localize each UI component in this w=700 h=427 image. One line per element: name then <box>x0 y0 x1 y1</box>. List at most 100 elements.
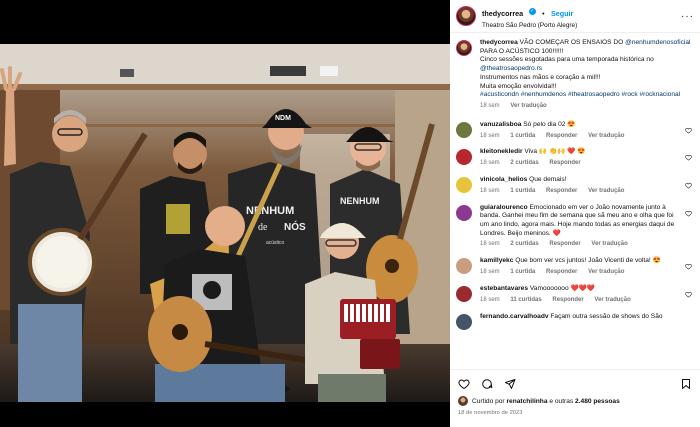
instagram-post-modal: NDM NENHUM de NÓS acústico NENHUM thedyc… <box>0 0 700 427</box>
comment-reply-button[interactable]: Responder <box>546 133 577 139</box>
commenter-avatar[interactable] <box>456 285 472 302</box>
comment-text: Que demais! <box>529 176 567 184</box>
post-header: thedycorrea ✓ • Seguir Theatro São Pedro… <box>450 0 700 33</box>
post-location[interactable]: Theatro São Pedro (Porto Alegre) <box>482 22 577 29</box>
hat-logo-text: NDM <box>275 115 291 122</box>
verified-badge-icon: ✓ <box>528 8 536 16</box>
comment-likes[interactable]: 1 curtida <box>510 133 535 139</box>
caption-line2a: Cinco sessões esgotadas para uma tempora… <box>480 56 654 64</box>
bookmark-icon[interactable] <box>680 378 692 390</box>
caption-translate-link[interactable]: Ver tradução <box>510 103 546 109</box>
post-date: 18 de novembro de 2023 <box>458 410 523 416</box>
comment-username[interactable]: vinicola_helios <box>480 176 527 183</box>
caption-author-avatar[interactable] <box>456 40 472 56</box>
comment-likes[interactable]: 2 curtidas <box>510 160 538 166</box>
comment-username[interactable]: kamillyekc <box>480 257 513 264</box>
shirt-text-nenhum: NENHUM <box>246 205 294 217</box>
like-heart-icon[interactable] <box>458 378 470 390</box>
comment-likes[interactable]: 2 curtidas <box>510 241 538 247</box>
commenter-avatar[interactable] <box>456 121 472 138</box>
post-actions-bar <box>458 377 692 391</box>
comment-item: kleitonekledir Viva 🙌 👏🙌 ❤️ 😍 18 sem 2 c… <box>456 148 692 168</box>
comment-text: Vamooooooo ❤️❤️❤️ <box>529 284 596 292</box>
comment-item: vinicola_helios Que demais! 18 sem 1 cur… <box>456 176 692 196</box>
comment-like-heart-icon[interactable] <box>685 154 692 161</box>
comment-item: kamillyekc Que bom ver vcs juntos! João … <box>456 257 692 277</box>
caption-time: 18 sem <box>480 102 500 109</box>
post-photo-panel: NDM NENHUM de NÓS acústico NENHUM <box>0 0 450 427</box>
comment-time: 18 sem <box>480 160 500 167</box>
caption-line1b: PARA O ACÚSTICO 100!!!!!! <box>480 47 564 55</box>
comment-like-heart-icon[interactable] <box>685 182 692 189</box>
comment-time: 18 sem <box>480 241 500 248</box>
comment-reply-button[interactable]: Responder <box>549 160 580 166</box>
comment-text: Viva 🙌 👏🙌 ❤️ 😍 <box>524 148 586 156</box>
comment-username[interactable]: kleitonekledir <box>480 148 523 155</box>
shirt-text-nenhum-2: NENHUM <box>340 196 380 206</box>
post-photo[interactable]: NDM NENHUM de NÓS acústico NENHUM <box>0 44 450 402</box>
comment-time: 18 sem <box>480 296 500 303</box>
comment-translate-link[interactable]: Ver tradução <box>591 241 627 247</box>
commenter-avatar[interactable] <box>456 149 472 166</box>
shirt-text-de: de <box>258 222 268 233</box>
caption-hashtags[interactable]: #acusticondn #nenhumdenos #theatrosaoped… <box>480 91 680 98</box>
post-side-panel: thedycorrea ✓ • Seguir Theatro São Pedro… <box>450 0 700 427</box>
comment-text: Só pelo dia 02 😍 <box>523 120 576 128</box>
comments-list[interactable]: thedycorrea VÃO COMEÇAR OS ENSAIOS DO @n… <box>450 33 700 363</box>
comment-translate-link[interactable]: Ver tradução <box>588 133 624 139</box>
liked-suffix: e outras <box>549 397 574 405</box>
caption-mention-theatro[interactable]: @theatrosaopedro.rs <box>480 65 542 72</box>
caption-line4: Muita emoção envolvida!!! <box>480 82 557 90</box>
comment-username[interactable]: vanuzalisboa <box>480 121 521 128</box>
post-caption: thedycorrea VÃO COMEÇAR OS ENSAIOS DO @n… <box>456 39 692 111</box>
share-send-icon[interactable] <box>504 378 516 390</box>
comment-likes[interactable]: 11 curtidas <box>510 297 541 303</box>
comment-time: 18 sem <box>480 187 500 194</box>
commenter-avatar[interactable] <box>456 177 472 194</box>
shirt-text-nos: NÓS <box>284 220 306 233</box>
caption-username[interactable]: thedycorrea <box>480 39 518 46</box>
comment-text: Que bom ver vcs juntos! João Vicenti de … <box>515 257 661 265</box>
comment-like-heart-icon[interactable] <box>685 291 692 298</box>
comment-username[interactable]: estebantavares <box>480 285 528 292</box>
comment-reply-button[interactable]: Responder <box>546 188 577 194</box>
header-separator: • <box>542 11 545 19</box>
commenter-avatar[interactable] <box>456 313 472 330</box>
comment-reply-button[interactable]: Responder <box>546 269 577 275</box>
caption-line3: Instrumentos nas mãos e coração a mil!!! <box>480 73 601 81</box>
comment-bubble-icon[interactable] <box>481 378 493 390</box>
liker-avatar[interactable] <box>458 396 468 406</box>
comment-item: vanuzalisboa Só pelo dia 02 😍 18 sem 1 c… <box>456 121 692 141</box>
liked-by-row[interactable]: Curtido por renatchilinha e outras 2.480… <box>458 396 692 406</box>
author-username[interactable]: thedycorrea <box>482 9 523 18</box>
comment-username[interactable]: fernando.carvalhoadv <box>480 313 549 320</box>
comment-like-heart-icon[interactable] <box>685 127 692 134</box>
comment-translate-link[interactable]: Ver tradução <box>588 269 624 275</box>
shirt-text-acustico: acústico <box>266 240 285 246</box>
commenter-avatar[interactable] <box>456 204 472 221</box>
caption-line1a: VÃO COMEÇAR OS ENSAIOS DO <box>519 39 626 46</box>
comment-reply-button[interactable]: Responder <box>552 297 583 303</box>
comment-time: 18 sem <box>480 269 500 276</box>
caption-mention-band[interactable]: @nenhumdenosoficial <box>625 39 690 46</box>
liked-prefix: Curtido por <box>472 397 505 405</box>
comment-item: estebantavares Vamooooooo ❤️❤️❤️ 18 sem … <box>456 285 692 305</box>
comment-like-heart-icon[interactable] <box>685 210 692 217</box>
more-options-icon[interactable]: ··· <box>681 11 694 22</box>
author-avatar[interactable] <box>456 6 476 26</box>
comment-likes[interactable]: 1 curtida <box>510 269 535 275</box>
comment-like-heart-icon[interactable] <box>685 263 692 270</box>
post-footer: Curtido por renatchilinha e outras 2.480… <box>450 369 700 427</box>
follow-button[interactable]: Seguir <box>551 9 573 18</box>
comment-translate-link[interactable]: Ver tradução <box>588 188 624 194</box>
comment-translate-link[interactable]: Ver tradução <box>594 297 630 303</box>
liked-count[interactable]: 2.480 pessoas <box>575 398 620 405</box>
comment-username[interactable]: guiaralourenco <box>480 204 528 211</box>
comment-likes[interactable]: 1 curtida <box>510 188 535 194</box>
comment-text: Façam outra sessão de shows do São <box>550 312 663 320</box>
comment-time: 18 sem <box>480 132 500 139</box>
comment-reply-button[interactable]: Responder <box>549 241 580 247</box>
liked-user[interactable]: renatchilinha <box>506 398 547 405</box>
comment-item: guiaralourenco Emocionado em ver o João … <box>456 204 692 250</box>
commenter-avatar[interactable] <box>456 258 472 275</box>
